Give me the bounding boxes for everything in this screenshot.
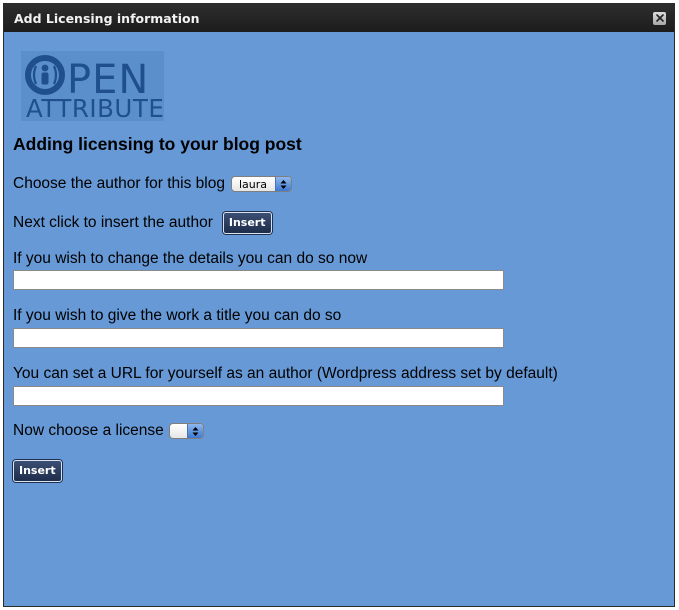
details-label: If you wish to change the details you ca… bbox=[13, 250, 368, 267]
select-arrows-icon bbox=[275, 177, 292, 191]
close-icon bbox=[655, 14, 664, 22]
details-row: If you wish to change the details you ca… bbox=[13, 250, 367, 268]
open-attribute-logo: PEN ATTRIBUTE bbox=[21, 51, 164, 121]
page-heading: Adding licensing to your blog post bbox=[13, 134, 302, 154]
work-title-label: If you wish to give the work a title you… bbox=[13, 307, 342, 324]
close-button[interactable] bbox=[653, 11, 666, 25]
dialog-title: Add Licensing information bbox=[14, 10, 200, 26]
final-insert-row: Insert bbox=[13, 460, 62, 482]
author-label: Choose the author for this blog bbox=[13, 175, 225, 192]
dialog-titlebar[interactable]: Add Licensing information bbox=[4, 4, 674, 32]
insert-author-button[interactable]: Insert bbox=[222, 212, 272, 234]
author-select-value: laura bbox=[238, 177, 268, 191]
insert-author-row: Next click to insert the author Insert bbox=[13, 212, 272, 234]
dialog-window: Add Licensing information PEN ATTRIBUTE … bbox=[3, 3, 675, 607]
author-row: Choose the author for this blog laura bbox=[13, 175, 293, 193]
details-input[interactable] bbox=[13, 270, 504, 290]
license-row: Now choose a license bbox=[13, 422, 204, 440]
work-title-row: If you wish to give the work a title you… bbox=[13, 307, 341, 325]
svg-text:ATTRIBUTE: ATTRIBUTE bbox=[26, 94, 164, 121]
select-arrows-icon bbox=[186, 424, 203, 438]
author-url-input[interactable] bbox=[13, 386, 504, 406]
license-select[interactable] bbox=[168, 423, 204, 439]
author-url-row: You can set a URL for yourself as an aut… bbox=[13, 365, 558, 383]
work-title-input[interactable] bbox=[13, 328, 504, 348]
author-select[interactable]: laura bbox=[230, 176, 293, 192]
license-label: Now choose a license bbox=[13, 422, 164, 439]
insert-author-label: Next click to insert the author bbox=[13, 214, 213, 231]
insert-license-button[interactable]: Insert bbox=[13, 460, 62, 482]
author-url-label: You can set a URL for yourself as an aut… bbox=[13, 365, 558, 382]
